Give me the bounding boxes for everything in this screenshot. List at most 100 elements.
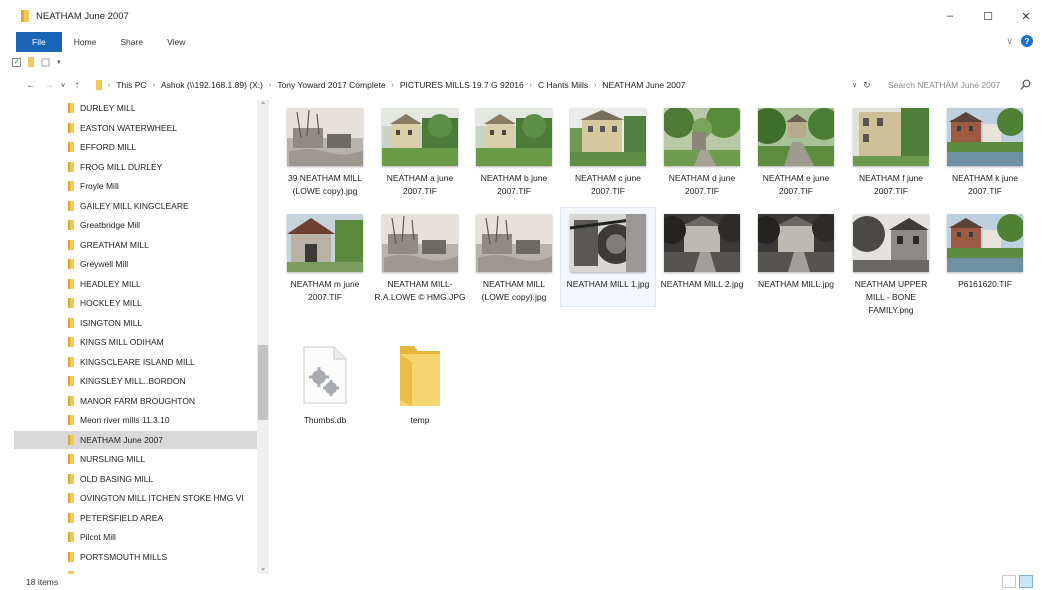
folder-icon [68,142,74,152]
folder-icon [68,181,74,191]
nav-item[interactable]: FROG MILL DURLEY [14,158,257,176]
file-item[interactable]: NEATHAM e june 2007.TIF [749,102,843,198]
file-item[interactable]: NEATHAM k june 2007.TIF [938,102,1032,198]
file-item[interactable]: NEATHAM MILL 1.jpg [560,207,656,307]
breadcrumb-tony-yoward[interactable]: Tony Yoward 2017 Complete [277,80,385,90]
help-icon[interactable]: ? [1021,35,1033,47]
nav-item[interactable]: OVINGTON MILL ITCHEN STOKE HMG VI [14,489,257,507]
back-arrow-icon[interactable]: ← [22,80,40,91]
chevron-right-icon[interactable]: › [390,82,396,89]
nav-item[interactable]: OLD BASING MILL [14,470,257,488]
nav-item-partial[interactable] [14,567,257,574]
search-box[interactable]: Search NEATHAM June 2007 [882,76,1037,94]
nav-item[interactable]: NURSLING MILL [14,450,257,468]
nav-scrollbar[interactable]: ⌃ ⌄ [257,100,269,574]
file-list[interactable]: 39 NEATHAM MILL (LOWE copy).jpg NEATHAM a… [278,100,1038,574]
file-name: NEATHAM f june 2007.TIF [858,173,924,196]
thumbnail-image [758,108,834,166]
properties-icon[interactable]: ✓ [12,57,21,67]
file-item[interactable]: NEATHAM m june 2007.TIF [278,208,372,304]
nav-item-label: DURLEY MILL [80,103,136,113]
nav-item[interactable]: PORTSMOUTH MILLS [14,548,257,566]
nav-item-label: PORTSMOUTH MILLS [80,551,168,562]
file-name: NEATHAM MILL.jpg [758,279,834,289]
navigation-pane[interactable]: DURLEY MILL EASTON WATERWHEEL EFFORD MILL F… [0,100,270,574]
customize-qat-icon[interactable]: ▾ [57,58,61,66]
scroll-thumb[interactable] [258,345,268,420]
nav-item[interactable]: Greatbridge Mill [14,216,257,234]
folder-icon [68,337,74,347]
up-arrow-icon[interactable]: ↑ [68,80,86,91]
nav-item[interactable]: Meon river mills 11.3.10 [14,411,257,429]
tab-file[interactable]: File [16,32,62,52]
file-item[interactable]: NEATHAM MILL-R.A.LOWE © HMG.JPG [373,208,467,304]
nav-item[interactable]: Pilcot Mill [14,528,257,546]
nav-item[interactable]: KINGSCLEARE ISLAND MILL [14,353,257,371]
nav-item[interactable]: Greywell Mill [14,255,257,273]
large-icons-view-icon[interactable] [1019,575,1033,588]
nav-item[interactable]: EFFORD MILL [14,138,257,156]
file-item[interactable]: NEATHAM a june 2007.TIF [373,102,467,198]
address-dropdown-icon[interactable]: ∨ [852,81,857,89]
file-item[interactable]: NEATHAM f june 2007.TIF [844,102,938,198]
nav-item[interactable]: Froyle Mill [14,177,257,195]
file-name: temp [410,415,430,425]
chevron-right-icon[interactable]: › [106,82,112,89]
search-icon[interactable] [1020,79,1031,90]
nav-item-label: MANOR FARM BROUGHTON [80,395,196,406]
breadcrumb-neatham[interactable]: NEATHAM June 2007 [602,80,685,90]
new-folder-icon[interactable] [28,57,34,67]
folder-item[interactable]: temp [373,340,467,427]
chevron-right-icon[interactable]: › [267,82,273,89]
file-item[interactable]: NEATHAM c june 2007.TIF [561,102,655,198]
nav-item[interactable]: GREATHAM MILL [14,236,257,254]
nav-item[interactable]: HEADLEY MILL [14,275,257,293]
thumbnail-image [853,214,929,272]
forward-arrow-icon[interactable]: → [40,80,58,91]
nav-item-label: PETERSFIELD AREA [80,512,164,523]
nav-item[interactable]: GAILEY MILL KINGCLEARE [14,197,257,215]
refresh-icon[interactable]: ↻ [863,80,871,91]
nav-item[interactable]: KINGS MILL ODIHAM [14,333,257,351]
thumbnail [853,214,929,272]
tab-home[interactable]: Home [62,32,109,52]
folder-icon [68,473,74,484]
nav-item[interactable]: KINGSLEY MILL..BORDON [14,372,257,390]
file-item[interactable]: Thumbs.db [278,340,372,427]
close-button[interactable]: ✕ [1007,0,1045,32]
expand-ribbon-icon[interactable]: ∨ [1006,36,1013,47]
file-item[interactable]: P6161620.TIF [938,208,1032,291]
chevron-right-icon[interactable]: › [528,82,534,89]
nav-item[interactable]: EASTON WATERWHEEL [14,119,257,137]
chevron-right-icon[interactable]: › [592,82,598,89]
minimize-button[interactable]: – [931,0,969,32]
nav-item[interactable]: PETERSFIELD AREA [14,509,257,527]
maximize-button[interactable]: ☐ [969,0,1007,32]
nav-item[interactable]: NEATHAM June 2007 [14,430,257,449]
file-item[interactable]: NEATHAM d june 2007.TIF [655,102,749,198]
recent-locations-icon[interactable]: ∨ [58,81,68,89]
pin-icon[interactable] [41,58,50,67]
nav-item[interactable]: MANOR FARM BROUGHTON [14,392,257,410]
file-item[interactable]: 39 NEATHAM MILL (LOWE copy).jpg [278,102,372,198]
file-item[interactable]: NEATHAM UPPER MILL - BONE FAMILY.png [844,208,938,317]
file-item[interactable]: NEATHAM MILL.jpg [749,208,843,291]
nav-item[interactable]: HOCKLEY MILL [14,294,257,312]
nav-item[interactable]: ISINGTON MILL [14,314,257,332]
file-item[interactable]: NEATHAM MILL (LOWE copy).jpg [467,208,561,304]
breadcrumb-drive[interactable]: Ashok (\\192.168.1.89) (X:) [161,80,263,90]
breadcrumb-pictures-mills[interactable]: PICTURES MILLS 19.7 G 92016 [400,80,524,90]
tab-share[interactable]: Share [108,32,155,52]
scroll-up-icon[interactable]: ⌃ [257,100,269,112]
breadcrumb-c-hants-mills[interactable]: C Hants Mills [538,80,588,90]
details-view-icon[interactable] [1002,575,1016,588]
file-item[interactable]: NEATHAM MILL 2.jpg [655,208,749,291]
breadcrumb-this-pc[interactable]: This PC [116,80,146,90]
nav-item-label: GAILEY MILL KINGCLEARE [80,200,189,211]
address-bar[interactable]: › This PC › Ashok (\\192.168.1.89) (X:) … [96,74,685,96]
chevron-right-icon[interactable]: › [151,82,157,89]
file-item[interactable]: NEATHAM b june 2007.TIF [467,102,561,198]
nav-item[interactable]: DURLEY MILL [14,100,257,117]
tab-view[interactable]: View [155,32,197,52]
scroll-down-icon[interactable]: ⌄ [257,562,269,574]
